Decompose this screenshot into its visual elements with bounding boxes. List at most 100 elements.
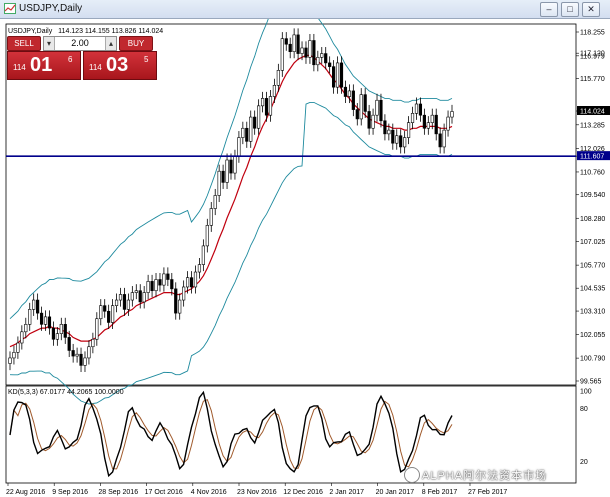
candle-body (146, 281, 150, 293)
candle-body (43, 316, 48, 325)
candle-body (99, 305, 103, 320)
chart-area[interactable]: 118.255117.120116.979115.770114.024113.2… (0, 19, 610, 497)
price-tick-label: 99.565 (580, 379, 602, 386)
buy-quote[interactable]: 114 03 5 (83, 51, 157, 80)
price-tick-label: 109.540 (580, 192, 605, 199)
candle-body (446, 116, 450, 131)
candle-body (418, 103, 423, 116)
candle-body (308, 40, 312, 58)
candle-body (406, 122, 411, 138)
candle-body (276, 70, 280, 86)
candle-body (438, 133, 442, 148)
oscillator-label: KD(5,3,3) 67.0177 44.2065 100.0000 (8, 389, 124, 396)
wechat-icon (404, 467, 420, 483)
buy-quote-pips: 03 (106, 54, 129, 76)
price-tick-label: 105.770 (580, 263, 605, 270)
candle-body (253, 116, 257, 129)
candle-body (20, 331, 24, 344)
oscillator-level-label: 100 (580, 389, 592, 396)
candle-body (367, 111, 371, 129)
sell-quote-prefix: 114 (13, 63, 26, 72)
candle-body (209, 208, 213, 226)
candle-body (67, 337, 71, 351)
candle-body (391, 129, 395, 144)
candle-body (182, 286, 186, 301)
support-price-label: 111.607 (580, 154, 604, 161)
candle-body (399, 135, 403, 148)
price-tick-label: 102.055 (580, 332, 605, 339)
candle-body (245, 127, 249, 142)
candle-body (312, 40, 316, 66)
candle-body (233, 155, 237, 174)
candle-body (178, 299, 182, 314)
maximize-button[interactable]: □ (561, 2, 579, 17)
date-tick-label: 28 Sep 2016 (98, 489, 138, 496)
price-tick-label: 107.025 (580, 239, 605, 246)
candle-body (403, 137, 407, 148)
candle-body (434, 114, 438, 135)
minimize-button[interactable]: – (540, 2, 558, 17)
lot-increase-icon[interactable]: ▴ (105, 37, 116, 50)
candle-body (343, 86, 348, 97)
candle-body (83, 357, 87, 366)
sell-quote-point: 6 (68, 55, 73, 64)
candle-body (296, 34, 300, 54)
candle-body (126, 299, 130, 310)
candle-body (122, 294, 127, 310)
candle-body (339, 62, 344, 88)
candle-body (142, 292, 146, 303)
candle-body (91, 338, 95, 348)
lot-size-field[interactable]: ▾ 2.00 ▴ (43, 36, 117, 51)
price-chart[interactable]: 118.255117.120116.979115.770114.024113.2… (0, 19, 610, 497)
candle-body (158, 279, 162, 286)
candle-body (371, 114, 375, 129)
candle-body (16, 342, 20, 353)
date-tick-label: 9 Sep 2016 (52, 489, 88, 496)
candle-body (103, 305, 107, 312)
sell-button[interactable]: SELL (7, 36, 41, 51)
candle-body (304, 47, 308, 58)
candle-body (32, 299, 36, 310)
one-click-trading-panel: SELL ▾ 2.00 ▴ BUY 114 01 6 114 03 5 (7, 36, 157, 80)
candle-body (414, 103, 419, 114)
lot-size-value[interactable]: 2.00 (54, 37, 106, 50)
price-tick-label: 115.770 (580, 76, 605, 83)
chart-window: USDJPY,Daily – □ ✕ 118.255 117.120 116.979… (0, 0, 610, 497)
price-tick-label: 100.790 (580, 356, 605, 363)
candle-body (426, 122, 430, 129)
chart-symbol-label: USDJPY,Daily 114.123 114.155 113.826 114… (8, 28, 163, 35)
date-tick-label: 20 Jan 2017 (376, 489, 415, 496)
candle-body (300, 47, 304, 54)
candle-body (260, 98, 265, 107)
candle-body (166, 273, 170, 280)
candle-body (335, 62, 340, 88)
sell-quote[interactable]: 114 01 6 (7, 51, 81, 80)
candle-body (197, 264, 202, 273)
candle-body (193, 271, 198, 288)
candle-body (430, 114, 434, 123)
candle-body (355, 109, 359, 120)
candle-body (241, 127, 245, 138)
close-button[interactable]: ✕ (582, 2, 600, 17)
candle-body (272, 85, 277, 97)
candle-body (205, 225, 209, 247)
candle-body (450, 111, 454, 118)
price-tick-label: 103.310 (580, 309, 605, 316)
chart-icon (4, 3, 16, 14)
date-tick-label: 4 Nov 2016 (191, 489, 227, 496)
candle-body (395, 135, 399, 144)
candle-body (280, 38, 284, 71)
candle-body (387, 129, 391, 135)
candle-body (130, 292, 134, 301)
candle-body (24, 324, 28, 333)
candle-body (328, 62, 332, 67)
candle-body (316, 57, 320, 66)
oscillator-level-label: 80 (580, 406, 588, 413)
buy-button[interactable]: BUY (119, 36, 153, 51)
candle-body (221, 170, 225, 183)
candle-body (12, 352, 16, 359)
oscillator-level-label: 20 (580, 459, 588, 466)
candle-body (359, 94, 363, 120)
candle-body (114, 299, 119, 306)
candle-body (268, 96, 273, 116)
